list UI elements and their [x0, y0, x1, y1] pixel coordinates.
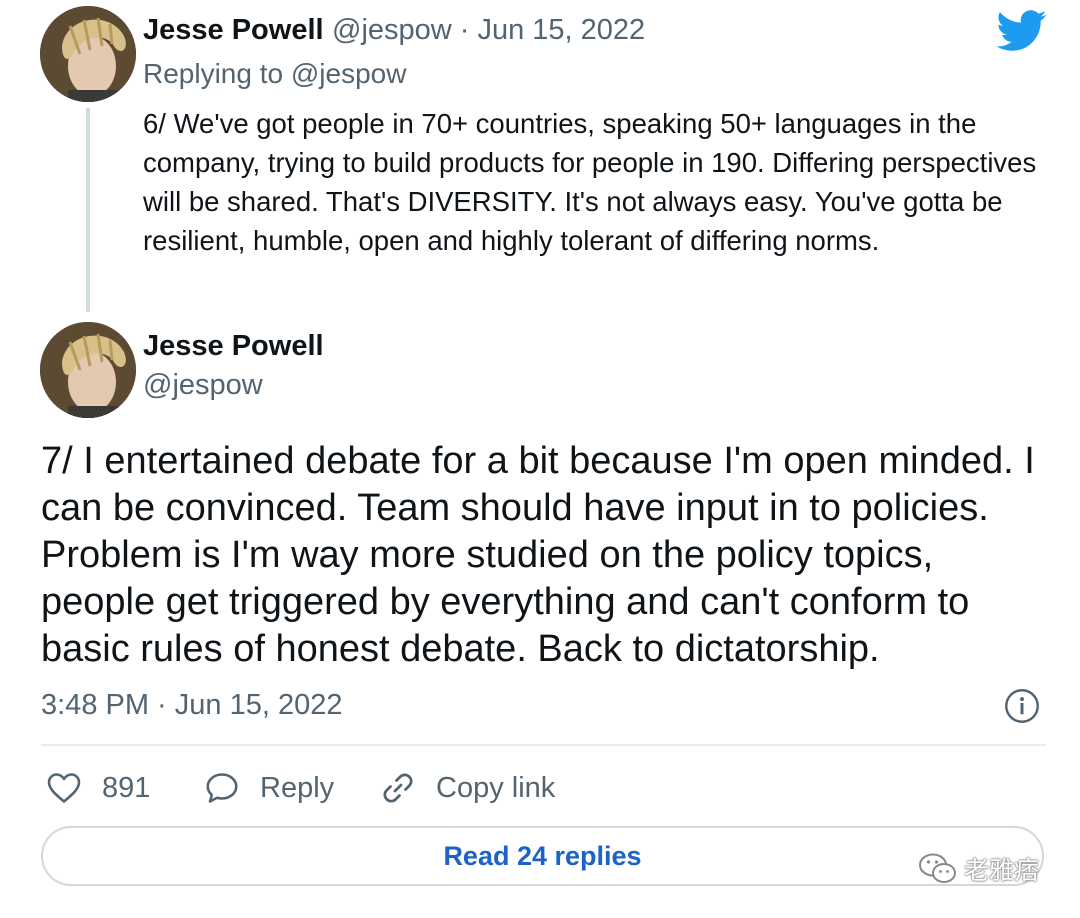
main-author-name[interactable]: Jesse Powell [143, 330, 324, 363]
read-replies-button[interactable]: Read 24 replies [41, 826, 1044, 886]
info-icon[interactable] [1004, 688, 1040, 724]
quoted-author-name[interactable]: Jesse Powell [143, 14, 324, 47]
wechat-icon [919, 853, 956, 883]
like-button[interactable]: 891 [46, 768, 150, 808]
link-icon [383, 773, 413, 803]
watermark-text: 老雅痞 [964, 857, 1040, 885]
avatar-quoted[interactable] [40, 6, 136, 102]
main-author-handle[interactable]: @jespow [143, 369, 263, 402]
watermark: 老雅痞 [918, 851, 1039, 887]
main-tweet-text: 7/ I entertained debate for a bit becaus… [41, 440, 1035, 670]
twitter-bird-icon [996, 10, 1047, 51]
like-count: 891 [102, 771, 151, 804]
copy-link-button[interactable]: Copy link [380, 768, 555, 808]
quoted-tweet-text: 6/ We've got people in 70+ countries, sp… [143, 108, 1037, 256]
reply-button[interactable]: Reply [204, 768, 334, 808]
heart-icon [47, 773, 81, 803]
replying-to-label[interactable]: Replying to @jespow [143, 58, 406, 90]
tweet-timestamp[interactable]: 3:48 PM · Jun 15, 2022 [41, 689, 342, 722]
reply-label: Reply [260, 771, 335, 804]
speech-bubble-icon [206, 773, 238, 803]
thread-connector-line [86, 108, 90, 312]
quoted-handle-date[interactable]: @jespow · Jun 15, 2022 [332, 14, 645, 47]
avatar-main[interactable] [40, 322, 136, 418]
copy-link-label: Copy link [436, 771, 556, 804]
divider [41, 744, 1046, 746]
